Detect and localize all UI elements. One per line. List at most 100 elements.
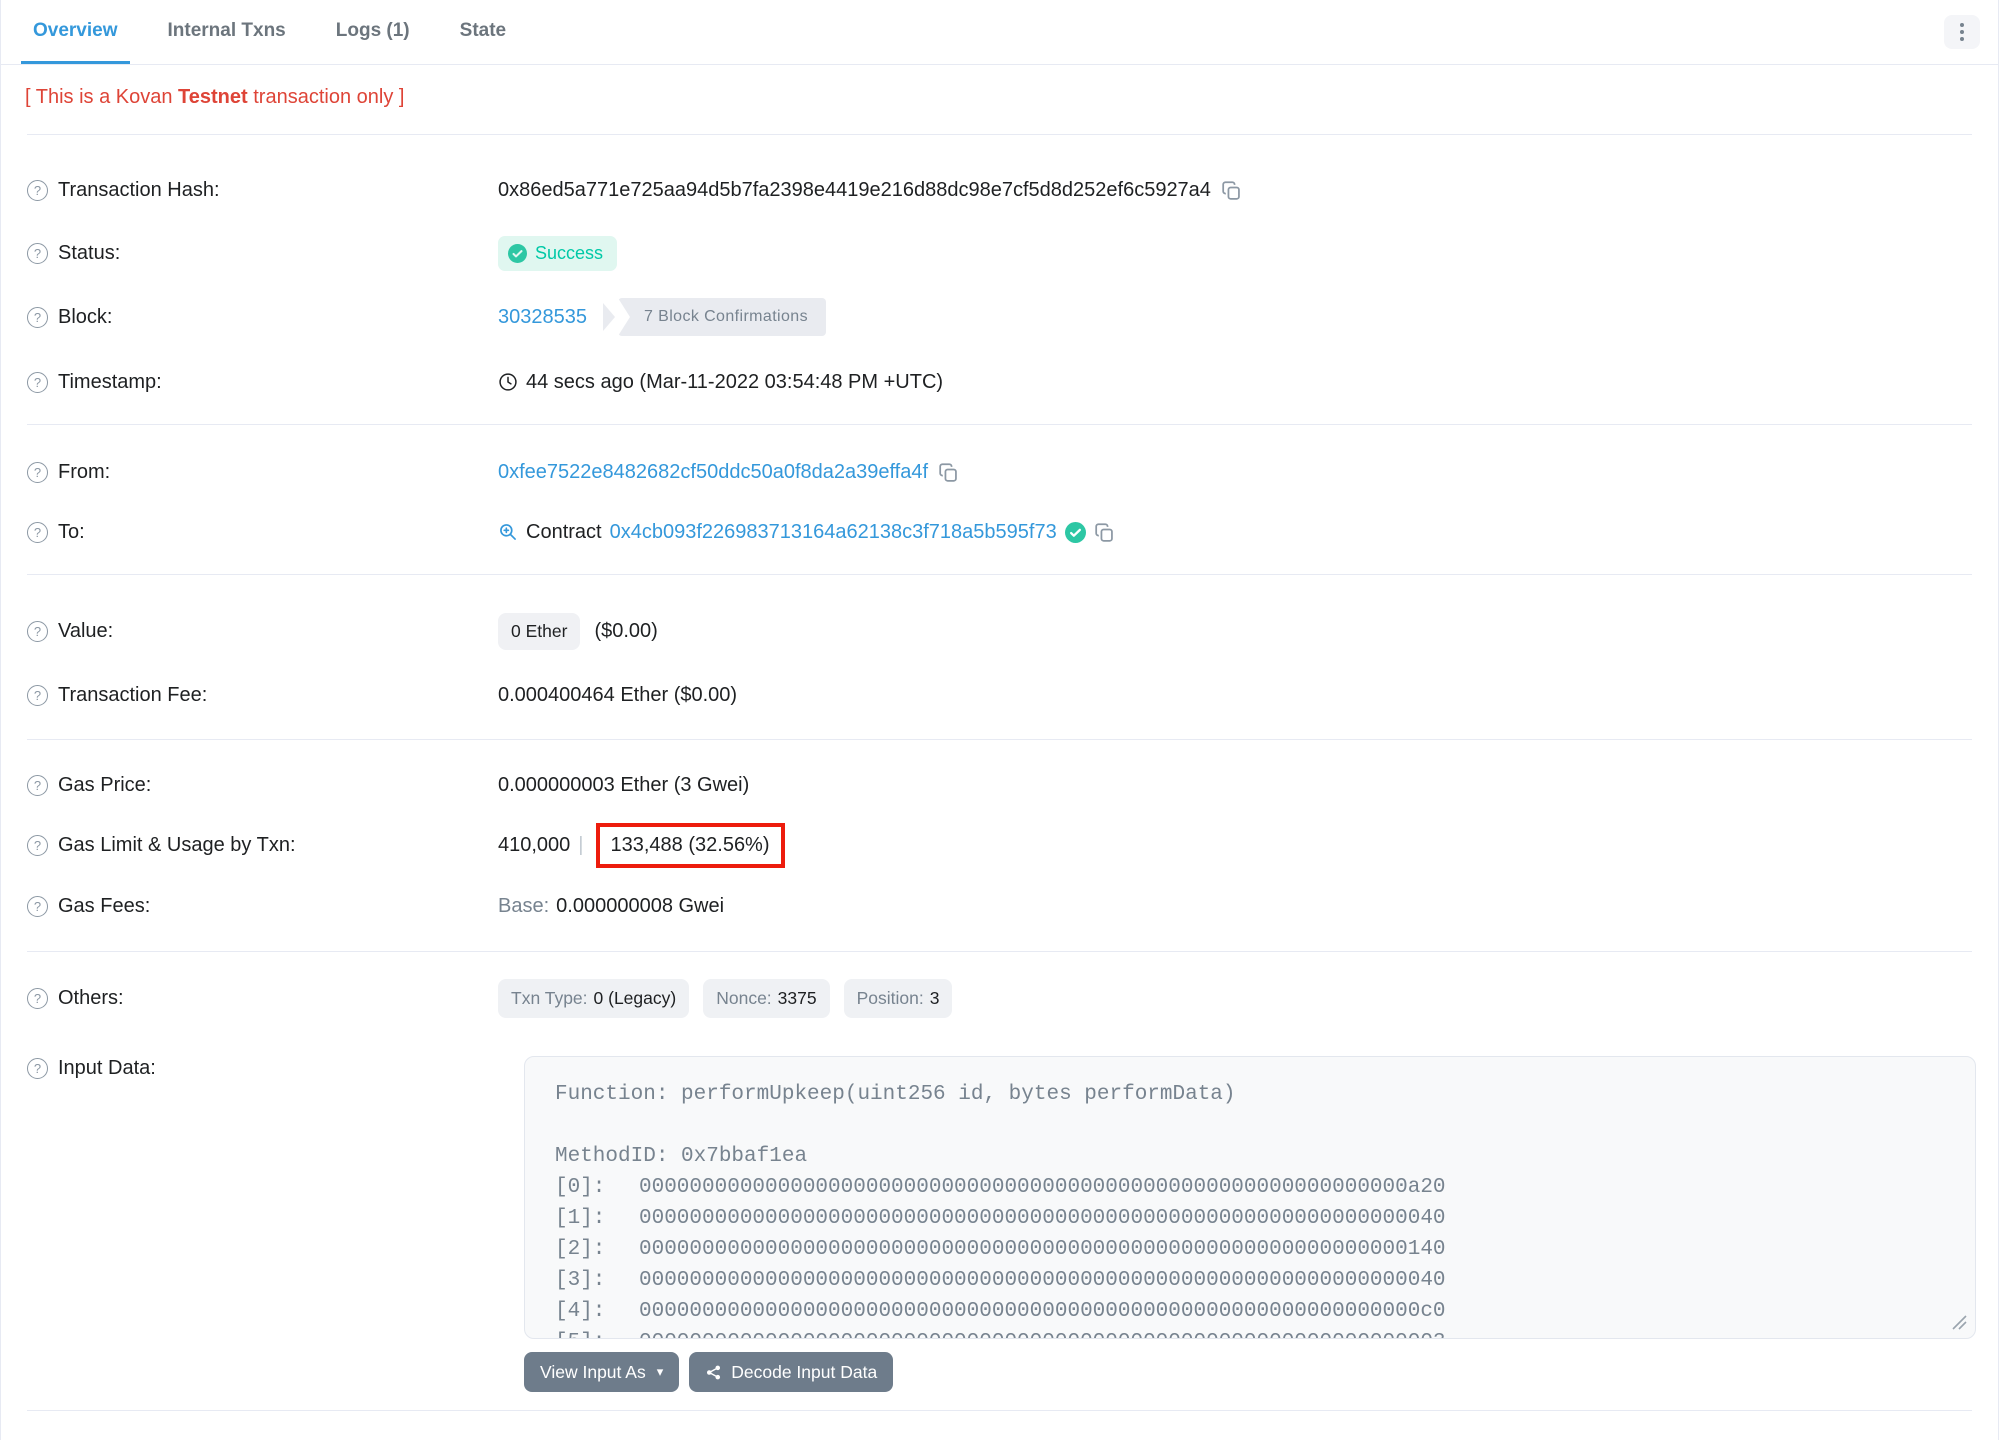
kebab-icon [1960, 23, 1964, 41]
status-badge: Success [498, 235, 618, 271]
copy-icon[interactable] [1094, 522, 1115, 543]
notice-prefix: [ This is a Kovan [25, 86, 179, 108]
block-number-link[interactable]: 30328535 [498, 306, 587, 329]
zoom-in-icon[interactable] [498, 522, 518, 542]
help-icon[interactable]: ? [27, 895, 48, 917]
copy-icon[interactable] [1221, 180, 1242, 201]
row-value: ? Value: 0 Ether ($0.00) [1, 609, 1998, 653]
help-icon[interactable]: ? [27, 521, 48, 543]
help-icon[interactable]: ? [27, 461, 48, 483]
row-label: Input Data: [58, 1056, 156, 1079]
tab-logs[interactable]: Logs (1) [324, 0, 422, 64]
chevron-down-icon: ▾ [656, 1364, 664, 1379]
notice-suffix: transaction only ] [247, 86, 405, 108]
row-transaction-fee: ? Transaction Fee: 0.000400464 Ether ($0… [1, 673, 1998, 717]
position-value: 3 [929, 987, 940, 1008]
notice-bold: Testnet [178, 86, 248, 108]
transaction-fee-value: 0.000400464 Ether ($0.00) [498, 683, 738, 706]
row-label: Block: [58, 305, 113, 328]
input-function-line: Function: performUpkeep(uint256 id, byte… [555, 1083, 1236, 1106]
txn-type-value: 0 (Legacy) [593, 987, 677, 1008]
from-address-link[interactable]: 0xfee7522e8482682cf50ddc50a0f8da2a39effa… [498, 461, 928, 484]
help-icon[interactable]: ? [27, 242, 48, 264]
input-methodid-line: MethodID: 0x7bbaf1ea [555, 1145, 808, 1168]
value-separator: | [578, 833, 584, 856]
testnet-notice: [ This is a Kovan Testnet transaction on… [25, 86, 404, 109]
input-word-line: [0]: 000000000000000000000000000000000000… [555, 1172, 1955, 1203]
more-options-button[interactable] [1944, 15, 1980, 49]
help-icon[interactable]: ? [27, 306, 48, 328]
help-icon[interactable]: ? [27, 834, 48, 856]
gas-price-value: 0.000000003 Ether (3 Gwei) [498, 773, 750, 796]
position-label: Position: [856, 987, 924, 1008]
block-confirmations-badge: 7 Block Confirmations [602, 298, 827, 336]
row-label: Status: [58, 241, 121, 264]
help-icon[interactable]: ? [27, 774, 48, 796]
help-icon[interactable]: ? [27, 371, 48, 393]
row-label: Gas Fees: [58, 894, 151, 917]
gas-usage-value: 133,488 (32.56%) [610, 833, 770, 856]
row-label: To: [58, 520, 85, 543]
decode-label: Decode Input Data [731, 1361, 878, 1382]
divider [27, 134, 1972, 135]
nonce-value: 3375 [777, 987, 817, 1008]
divider [27, 739, 1972, 740]
divider [27, 424, 1972, 425]
row-gas-limit-usage: ? Gas Limit & Usage by Txn: 410,000 | 13… [1, 822, 1998, 868]
input-word-line: [1]: 000000000000000000000000000000000000… [555, 1203, 1955, 1234]
word-index: [4]: [555, 1300, 606, 1323]
decode-input-data-button[interactable]: Decode Input Data [689, 1352, 894, 1392]
row-block: ? Block: 30328535 7 Block Confirmations [1, 295, 1998, 339]
word-index: [5]: [555, 1327, 639, 1338]
input-word-line: [5]:000000000000000000000000000000000000… [555, 1327, 1955, 1338]
row-label: Gas Price: [58, 773, 152, 796]
word-hex: 0000000000000000000000000000000000000000… [639, 1176, 1446, 1199]
to-address-link[interactable]: 0x4cb093f226983713164a62138c3f718a5b595f… [610, 521, 1057, 544]
input-word-line: [2]: 000000000000000000000000000000000000… [555, 1234, 1955, 1265]
transaction-overview-card: Overview Internal Txns Logs (1) State [ … [0, 0, 1999, 1440]
tab-internal-txns[interactable]: Internal Txns [156, 0, 298, 64]
copy-icon[interactable] [938, 462, 959, 483]
input-data-textarea[interactable]: Function: performUpkeep(uint256 id, byte… [524, 1056, 1976, 1339]
resize-handle-icon[interactable] [1949, 1312, 1969, 1332]
view-input-as-button[interactable]: View Input As ▾ [524, 1352, 680, 1392]
word-hex: 0000000000000000000000000000000000000000… [639, 1269, 1446, 1292]
row-to: ? To: Contract 0x4cb093f226983713164a621… [1, 510, 1998, 554]
input-data-actions: View Input As ▾ Decode Input Data [524, 1352, 894, 1392]
word-hex: 0000000000000000000000000000000000000000… [639, 1327, 1446, 1338]
row-label: Timestamp: [58, 370, 162, 393]
row-from: ? From: 0xfee7522e8482682cf50ddc50a0f8da… [1, 450, 1998, 494]
txn-type-label: Txn Type: [511, 987, 588, 1008]
help-icon[interactable]: ? [27, 684, 48, 706]
divider [27, 1410, 1972, 1411]
input-blank-line [555, 1110, 1955, 1141]
tab-bar: Overview Internal Txns Logs (1) State [1, 0, 1998, 65]
input-word-line: [4]: 000000000000000000000000000000000000… [555, 1296, 1955, 1327]
clock-icon [499, 373, 517, 391]
verified-check-icon [1064, 521, 1086, 543]
help-icon[interactable]: ? [27, 1057, 48, 1079]
help-icon[interactable]: ? [27, 987, 48, 1009]
check-circle-icon [508, 243, 527, 263]
row-transaction-hash: ? Transaction Hash: 0x86ed5a771e725aa94d… [1, 168, 1998, 212]
help-icon[interactable]: ? [27, 620, 48, 642]
value-ether-badge: 0 Ether [498, 612, 581, 650]
word-hex: 0000000000000000000000000000000000000000… [639, 1300, 1446, 1323]
tab-state[interactable]: State [448, 0, 518, 64]
divider [27, 951, 1972, 952]
value-usd: ($0.00) [594, 619, 658, 642]
row-gas-fees: ? Gas Fees: Base: 0.000000008 Gwei [1, 884, 1998, 928]
badge-arrow [602, 303, 615, 331]
tab-overview[interactable]: Overview [21, 0, 130, 64]
row-timestamp: ? Timestamp: 44 secs ago (Mar-11-2022 03… [1, 360, 1998, 404]
word-index: [2]: [555, 1238, 606, 1261]
gas-limit-value: 410,000 [498, 833, 571, 856]
view-input-as-label: View Input As [540, 1361, 646, 1382]
row-label: Value: [58, 619, 114, 642]
txn-type-badge: Txn Type: 0 (Legacy) [498, 978, 690, 1018]
word-hex: 0000000000000000000000000000000000000000… [639, 1238, 1446, 1261]
row-others: ? Others: Txn Type: 0 (Legacy) Nonce: 33… [1, 976, 1998, 1020]
divider [27, 574, 1972, 575]
help-icon[interactable]: ? [27, 179, 48, 201]
timestamp-value: 44 secs ago (Mar-11-2022 03:54:48 PM +UT… [526, 370, 944, 393]
